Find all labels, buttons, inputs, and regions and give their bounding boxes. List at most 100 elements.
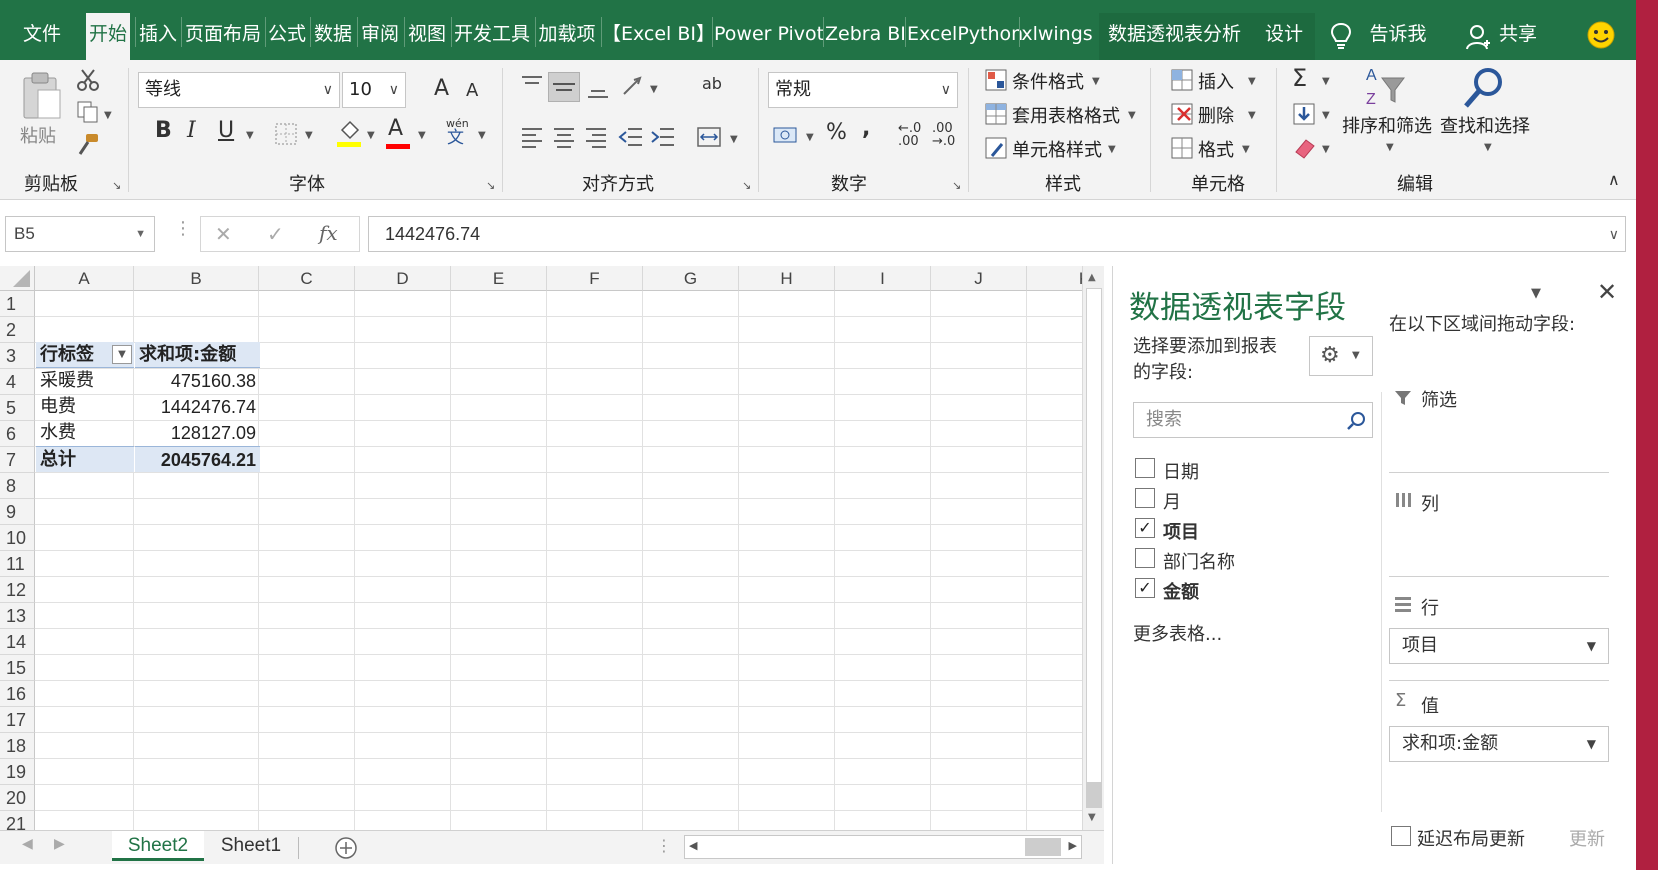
autosum-icon[interactable]: Σ: [1292, 66, 1307, 90]
number-format-combo[interactable]: 常规 ∨: [768, 72, 958, 108]
scroll-up-icon[interactable]: ▲: [1088, 272, 1096, 283]
fill-dropdown-icon[interactable]: ▼: [1322, 110, 1330, 121]
values-field-item[interactable]: 求和项:金额 ▼: [1389, 726, 1609, 762]
row-header[interactable]: 18: [0, 733, 35, 759]
name-box-dropdown-icon[interactable]: ▼: [135, 217, 146, 251]
row-header[interactable]: 9: [0, 499, 35, 525]
tab-zebra-bi[interactable]: Zebra BI: [825, 17, 906, 51]
scroll-left-icon[interactable]: ◀: [689, 839, 697, 852]
find-magnifier-icon[interactable]: [1462, 66, 1506, 110]
update-button[interactable]: 更新: [1569, 825, 1605, 851]
field-label-date[interactable]: 日期: [1163, 458, 1199, 484]
field-search-input[interactable]: 搜索: [1133, 402, 1373, 438]
column-header[interactable]: J: [931, 266, 1027, 291]
chevron-down-icon[interactable]: ∨: [323, 73, 333, 107]
pivot-total-label[interactable]: 总计: [36, 446, 134, 472]
field-checkbox-item[interactable]: ✓: [1135, 518, 1155, 538]
row-header[interactable]: 1: [0, 291, 35, 317]
align-right-icon[interactable]: [584, 126, 608, 148]
vertical-scrollbar[interactable]: ▲ ▼: [1082, 266, 1104, 830]
borders-icon[interactable]: [274, 122, 298, 146]
smiley-feedback-icon[interactable]: [1586, 20, 1616, 50]
column-header[interactable]: E: [451, 266, 547, 291]
formula-bar-grip-icon[interactable]: ⋮: [174, 218, 192, 239]
increase-decimal-icon[interactable]: ←.0.00: [898, 122, 921, 148]
font-color-dropdown-icon[interactable]: ▼: [418, 130, 426, 141]
field-checkbox-month[interactable]: [1135, 488, 1155, 508]
merge-dropdown-icon[interactable]: ▼: [730, 134, 738, 145]
select-all-corner[interactable]: [0, 266, 35, 291]
tab-excel-bi[interactable]: 【Excel BI】: [602, 17, 715, 51]
font-launcher-icon[interactable]: ↘: [486, 179, 495, 192]
column-header[interactable]: C: [259, 266, 355, 291]
clear-eraser-icon[interactable]: [1292, 136, 1316, 160]
increase-indent-icon[interactable]: [650, 126, 676, 148]
scroll-down-icon[interactable]: ▼: [1088, 812, 1096, 823]
orientation-dropdown-icon[interactable]: ▼: [650, 84, 658, 95]
field-label-amount[interactable]: 金额: [1163, 578, 1199, 604]
more-tables-link[interactable]: 更多表格...: [1133, 620, 1222, 646]
pivot-item-label[interactable]: 采暖费: [36, 368, 134, 394]
search-icon[interactable]: [1346, 411, 1366, 431]
insert-dropdown-icon[interactable]: ▼: [1248, 76, 1256, 87]
tell-me-box[interactable]: 告诉我: [1366, 17, 1430, 51]
pivot-item-value[interactable]: 128127.09: [135, 420, 260, 446]
enter-check-icon[interactable]: ✓: [267, 222, 284, 246]
tab-excelpython[interactable]: ExcelPython: [907, 17, 1023, 51]
fill-color-icon[interactable]: [336, 120, 362, 148]
format-as-table-button[interactable]: 套用表格格式: [1012, 102, 1120, 128]
row-header[interactable]: 4: [0, 369, 35, 395]
pivot-item-value[interactable]: 475160.38: [135, 368, 260, 394]
defer-layout-checkbox[interactable]: [1391, 826, 1411, 846]
decrease-decimal-icon[interactable]: .00 →.0: [932, 122, 955, 148]
format-as-table-icon[interactable]: [984, 102, 1008, 126]
paste-label[interactable]: 粘贴: [20, 122, 56, 148]
formula-input[interactable]: 1442476.74 ∨: [368, 216, 1626, 252]
defer-layout-label[interactable]: 延迟布局更新: [1417, 825, 1525, 851]
scroll-thumb[interactable]: [1086, 782, 1102, 808]
autosum-dropdown-icon[interactable]: ▼: [1322, 76, 1330, 87]
tab-addins[interactable]: 加载项: [537, 17, 597, 51]
decrease-indent-icon[interactable]: [618, 126, 644, 148]
insert-cells-icon[interactable]: [1170, 68, 1194, 92]
conditional-dropdown-icon[interactable]: ▼: [1092, 76, 1100, 87]
chevron-down-icon[interactable]: ∨: [389, 73, 399, 107]
sheet-tab-active[interactable]: Sheet2: [112, 831, 204, 861]
column-header[interactable]: H: [739, 266, 835, 291]
pivot-value-header[interactable]: 求和项:金额: [135, 342, 260, 368]
wrap-text-icon[interactable]: ab: [702, 76, 722, 92]
delete-cells-button[interactable]: 删除: [1198, 102, 1234, 128]
format-cells-icon[interactable]: [1170, 136, 1194, 160]
tab-home[interactable]: 开始: [86, 13, 130, 60]
row-header[interactable]: 16: [0, 681, 35, 707]
field-label-item[interactable]: 项目: [1163, 518, 1199, 544]
accounting-dropdown-icon[interactable]: ▼: [806, 132, 814, 143]
row-header[interactable]: 19: [0, 759, 35, 785]
tab-file[interactable]: 文件: [12, 17, 72, 51]
scroll-right-icon[interactable]: ▶: [1069, 839, 1077, 852]
sort-filter-dropdown-icon[interactable]: ▼: [1386, 142, 1394, 153]
chevron-down-icon[interactable]: ∨: [941, 73, 951, 107]
pivot-row-labels-header[interactable]: 行标签 ▼: [36, 342, 134, 368]
delete-cells-icon[interactable]: [1170, 102, 1194, 126]
row-header[interactable]: 13: [0, 603, 35, 629]
phonetic-dropdown-icon[interactable]: ▼: [478, 130, 486, 141]
copy-icon[interactable]: [76, 100, 100, 124]
tab-split-grip-icon[interactable]: ⋮: [656, 836, 672, 855]
font-color-icon[interactable]: A: [388, 118, 403, 140]
next-sheet-icon[interactable]: ▶: [54, 836, 65, 852]
underline-dropdown-icon[interactable]: ▼: [246, 130, 254, 141]
row-header[interactable]: 15: [0, 655, 35, 681]
field-checkbox-amount[interactable]: ✓: [1135, 578, 1155, 598]
pane-close-icon[interactable]: ✕: [1597, 278, 1617, 306]
accounting-format-icon[interactable]: [772, 124, 800, 148]
new-sheet-icon[interactable]: [334, 836, 358, 860]
row-header[interactable]: 6: [0, 421, 35, 447]
align-middle-button[interactable]: [548, 72, 580, 102]
underline-button[interactable]: U: [218, 120, 234, 142]
tab-pivot-analyze[interactable]: 数据透视表分析: [1108, 17, 1241, 51]
copy-dropdown-icon[interactable]: ▼: [104, 110, 112, 121]
italic-button[interactable]: I: [187, 120, 196, 142]
row-header[interactable]: 3: [0, 343, 35, 369]
pivot-item-value-selected[interactable]: 1442476.74: [135, 394, 260, 420]
